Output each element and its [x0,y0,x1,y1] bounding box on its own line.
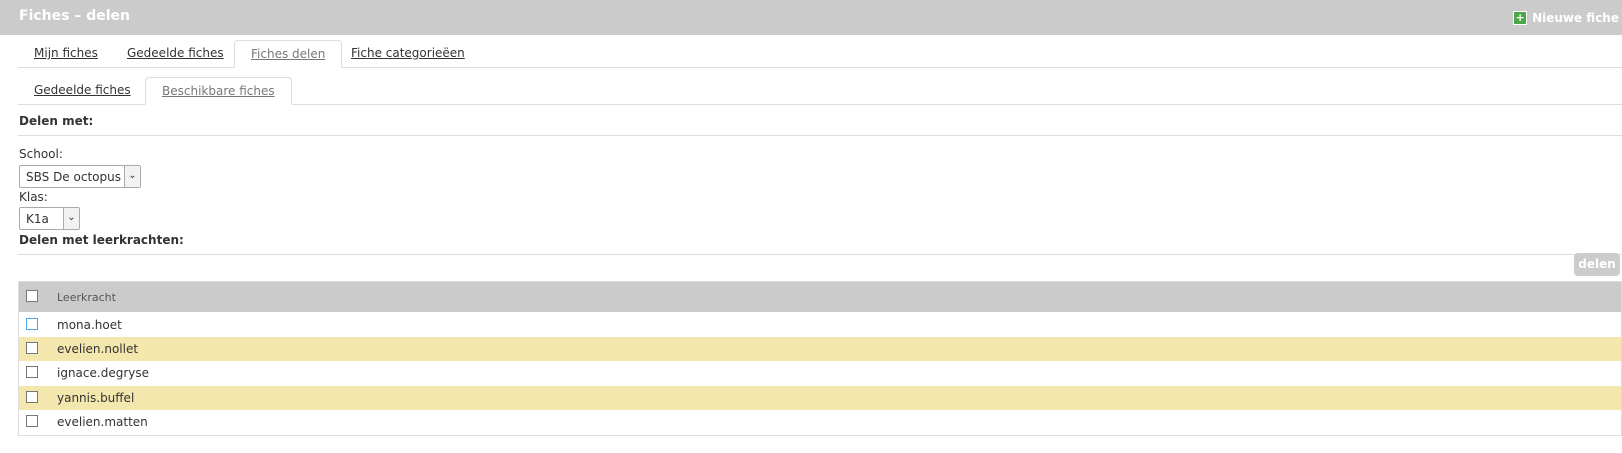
tab-fiches-delen[interactable]: Fiches delen [234,40,343,68]
sub-tabs: Gedeelde fiches Beschikbare fiches [18,77,1622,105]
column-header-leerkracht: Leerkracht [57,291,116,304]
table-row: mona.hoet [19,313,1621,337]
select-all-checkbox[interactable] [26,290,38,302]
row-checkbox[interactable] [26,318,38,330]
tab-gedeelde-fiches-sub[interactable]: Gedeelde fiches [18,77,147,103]
school-label: School: [19,147,63,161]
divider [18,135,1622,136]
row-checkbox[interactable] [26,342,38,354]
new-fiche-button[interactable]: + Nieuwe fiche [1513,10,1619,26]
school-select-value: SBS De octopus [26,170,121,184]
teacher-name: yannis.buffel [57,391,135,405]
table-row: ignace.degryse [19,361,1621,385]
class-select-value: K1a [26,212,49,226]
table-row: yannis.buffel [19,386,1621,410]
class-select[interactable]: K1a ⌄ [19,207,80,230]
page-title: Fiches – delen [19,8,130,24]
teacher-name: evelien.nollet [57,342,139,356]
tab-gedeelde-fiches[interactable]: Gedeelde fiches [111,40,240,66]
table-row: evelien.nollet [19,337,1621,361]
plus-icon: + [1513,11,1528,25]
teacher-name: mona.hoet [57,318,122,332]
page-header: Fiches – delen + Nieuwe fiche [0,0,1622,35]
row-checkbox[interactable] [26,366,38,378]
main-tabs: Mijn fiches Gedeelde fiches Fiches delen… [18,40,1622,68]
teacher-name: ignace.degryse [57,366,149,380]
class-label: Klas: [19,190,48,204]
row-checkbox[interactable] [26,415,38,427]
teachers-table: Leerkracht mona.hoet evelien.nollet igna… [18,281,1622,436]
school-select[interactable]: SBS De octopus ⌄ [19,165,141,188]
share-with-heading: Delen met: [19,114,94,128]
new-fiche-label: Nieuwe fiche [1532,11,1619,25]
table-row: evelien.matten [19,410,1621,434]
tab-fiche-categorieen[interactable]: Fiche categorieëen [335,40,481,66]
table-header: Leerkracht [19,282,1621,312]
share-button[interactable]: delen [1574,253,1620,276]
row-checkbox[interactable] [26,391,38,403]
share-with-teachers-heading: Delen met leerkrachten: [19,233,184,247]
chevron-down-icon: ⌄ [63,208,79,229]
divider [18,254,1622,255]
tab-mijn-fiches[interactable]: Mijn fiches [18,40,114,66]
teacher-name: evelien.matten [57,415,148,429]
chevron-down-icon: ⌄ [124,166,140,187]
tab-beschikbare-fiches[interactable]: Beschikbare fiches [145,77,292,105]
